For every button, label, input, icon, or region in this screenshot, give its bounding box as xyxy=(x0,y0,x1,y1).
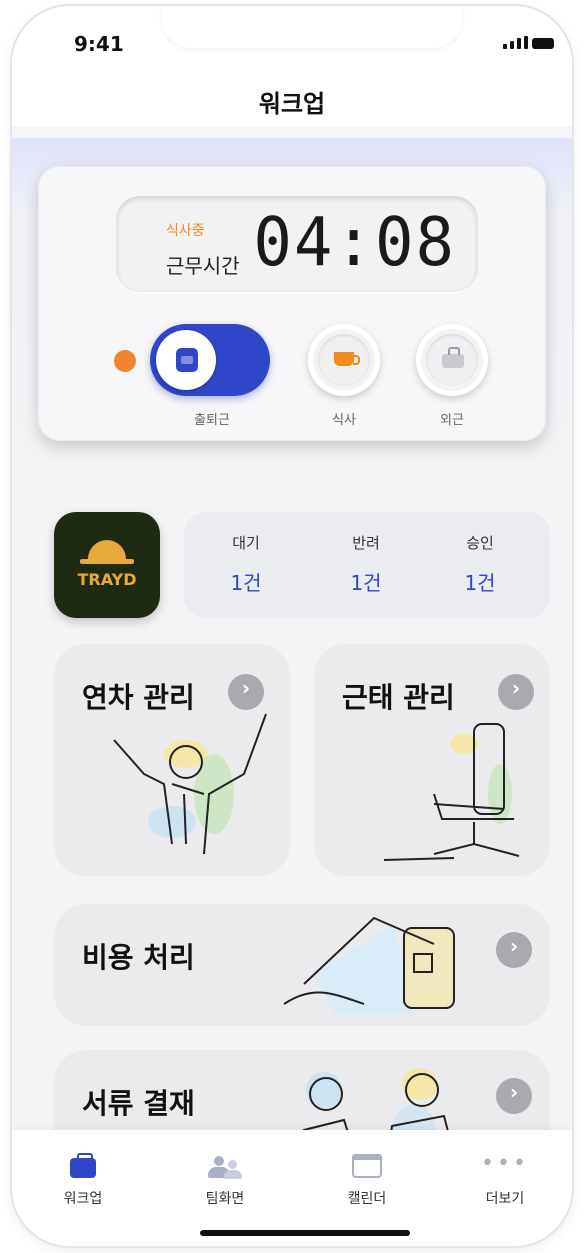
receipt-illustration xyxy=(283,916,455,1014)
leave-management-card[interactable]: 연차 관리 › xyxy=(54,644,290,876)
tab-workup[interactable]: 워크업 xyxy=(18,1152,148,1208)
office-chair-illustration xyxy=(383,723,520,861)
battery-icon xyxy=(532,38,554,49)
card-title: 서류 결재 xyxy=(82,1087,195,1120)
home-indicator xyxy=(200,1230,410,1236)
logo-text: TRAYD xyxy=(77,570,137,589)
count-value: 1건 xyxy=(230,571,262,595)
tab-label: 캘린더 xyxy=(347,1191,387,1207)
attendance-management-card[interactable]: 근태 관리 › xyxy=(314,644,550,876)
tab-calendar[interactable]: 캘린더 xyxy=(302,1152,432,1208)
page-title: 워크업 xyxy=(258,90,326,118)
calendar-icon xyxy=(302,1152,432,1182)
tab-more[interactable]: ••• 더보기 xyxy=(440,1152,570,1208)
meal-label: 식사 xyxy=(332,413,356,428)
timer-label: 근무시간 xyxy=(166,254,240,278)
expense-processing-card[interactable]: 비용 처리 › xyxy=(54,904,550,1026)
count-label: 반려 xyxy=(352,534,380,552)
approval-rejected[interactable]: 반려 1건 xyxy=(326,532,406,596)
phone-frame: 9:41 워크업 식사중 근무시간 04:08 출퇴근 식사 외근 TRAYD … xyxy=(12,6,572,1246)
hardhat-icon xyxy=(88,540,126,560)
celebrating-person-illustration xyxy=(113,713,267,855)
work-timer-card: 식사중 근무시간 04:08 출퇴근 식사 외근 xyxy=(38,166,546,441)
outside-work-label: 외근 xyxy=(440,413,464,428)
timer-clock: 04:08 xyxy=(253,204,456,282)
card-title: 비용 처리 xyxy=(82,941,195,974)
count-label: 대기 xyxy=(232,534,260,552)
briefcase-icon xyxy=(176,348,198,372)
tab-label: 팀화면 xyxy=(205,1191,245,1207)
team-icon xyxy=(160,1152,290,1182)
chevron-right-icon: › xyxy=(496,932,532,968)
timer-status: 식사중 xyxy=(166,223,205,239)
count-label: 승인 xyxy=(466,534,494,552)
coffee-cup-icon xyxy=(334,352,360,366)
status-dot xyxy=(114,350,136,372)
bag-icon xyxy=(442,347,464,368)
notch xyxy=(162,6,462,48)
work-timer-display: 식사중 근무시간 04:08 xyxy=(116,196,478,292)
briefcase-icon xyxy=(18,1152,148,1182)
chevron-right-icon: › xyxy=(496,1078,532,1114)
approval-counts: 대기 1건 반려 1건 승인 1건 xyxy=(184,512,550,618)
signal-icon xyxy=(503,36,528,49)
trayd-logo[interactable]: TRAYD xyxy=(54,512,160,618)
clock-in-label: 출퇴근 xyxy=(194,413,230,428)
tab-team[interactable]: 팀화면 xyxy=(160,1152,290,1208)
tab-label: 더보기 xyxy=(485,1191,525,1207)
tab-bar: 워크업 팀화면 캘린더 ••• 더보기 xyxy=(12,1130,572,1246)
more-icon: ••• xyxy=(481,1151,529,1176)
outside-work-button[interactable] xyxy=(416,324,488,396)
clock-in-toggle[interactable] xyxy=(150,324,270,396)
count-value: 1건 xyxy=(464,571,496,595)
approval-pending[interactable]: 대기 1건 xyxy=(206,532,286,596)
count-value: 1건 xyxy=(350,571,382,595)
tab-label: 워크업 xyxy=(63,1191,103,1207)
meal-button[interactable] xyxy=(308,324,380,396)
approval-approved[interactable]: 승인 1건 xyxy=(440,532,520,596)
toggle-knob[interactable] xyxy=(156,330,216,390)
status-time: 9:41 xyxy=(74,32,124,56)
